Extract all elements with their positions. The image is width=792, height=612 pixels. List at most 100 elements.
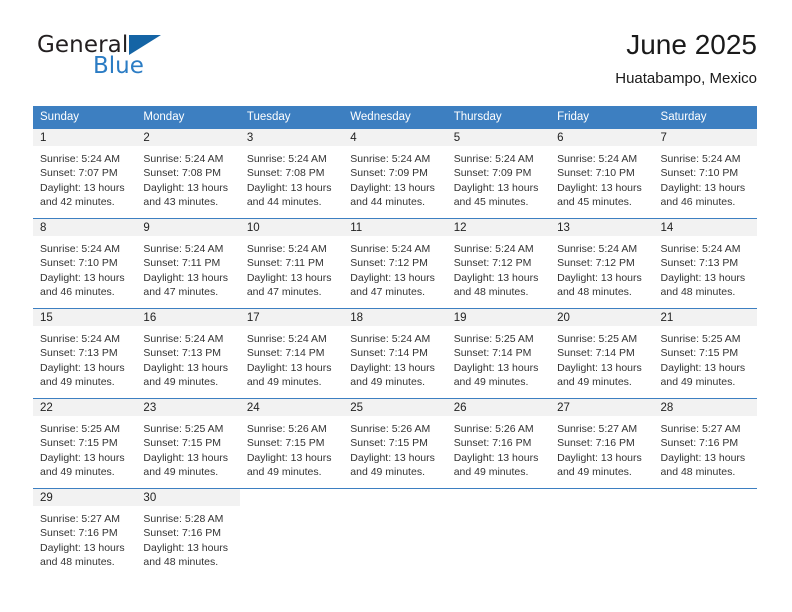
day-number: 25: [343, 398, 447, 416]
day-sunset-text: Sunset: 7:09 PM: [350, 167, 428, 180]
day-daylight-2-text: and 48 minutes.: [660, 466, 736, 479]
day-details: Sunrise: 5:24 AM Sunset: 7:10 PM Daylight:…: [550, 146, 653, 210]
calendar-day-cell[interactable]: 23 Sunrise: 5:25 AM Sunset: 7:15 PM Dayligh…: [136, 398, 240, 488]
day-daylight-2-text: and 48 minutes.: [143, 556, 219, 569]
day-number: 17: [239, 308, 344, 326]
calendar-day-cell[interactable]: 13 Sunrise: 5:24 AM Sunset: 7:12 PM Dayligh…: [550, 218, 654, 308]
day-daylight-2-text: and 44 minutes.: [246, 196, 322, 209]
day-daylight-1-text: Daylight: 13 hours: [453, 271, 539, 284]
day-sunset-text: Sunset: 7:08 PM: [246, 167, 325, 180]
calendar-day-cell[interactable]: 4 Sunrise: 5:24 AM Sunset: 7:09 PM Daylight…: [343, 128, 447, 218]
day-sunset-text: Sunset: 7:14 PM: [246, 347, 325, 360]
calendar-table: Sunday Monday Tuesday Wednesday Thursday…: [33, 106, 757, 578]
day-daylight-1-text: Daylight: 13 hours: [350, 181, 435, 194]
calendar-day-cell[interactable]: 5 Sunrise: 5:24 AM Sunset: 7:09 PM Daylight…: [446, 128, 551, 218]
day-daylight-2-text: and 49 minutes.: [557, 376, 632, 389]
day-sunrise-text: Sunrise: 5:24 AM: [557, 153, 638, 165]
day-number: 16: [136, 308, 240, 326]
calendar-day-cell[interactable]: 14 Sunrise: 5:24 AM Sunset: 7:13 PM Dayligh…: [653, 218, 757, 308]
day-sunrise-text: Sunrise: 5:24 AM: [40, 333, 120, 345]
day-daylight-2-text: and 49 minutes.: [453, 466, 529, 479]
day-sunrise-text: Sunrise: 5:26 AM: [350, 423, 431, 435]
day-sunset-text: Sunset: 7:15 PM: [143, 437, 222, 450]
brand-logo[interactable]: General Blue: [33, 32, 223, 90]
empty-daynum-band: [343, 488, 447, 506]
day-number: 8: [33, 218, 137, 236]
calendar-day-cell[interactable]: 18 Sunrise: 5:24 AM Sunset: 7:14 PM Dayligh…: [343, 308, 447, 398]
day-sunrise-text: Sunrise: 5:27 AM: [660, 423, 741, 435]
day-daylight-2-text: and 43 minutes.: [143, 196, 219, 209]
day-daylight-2-text: and 48 minutes.: [557, 286, 632, 299]
empty-cell-inner: [239, 488, 344, 578]
day-cell-inner: 15 Sunrise: 5:24 AM Sunset: 7:13 PM Dayligh…: [33, 308, 137, 398]
calendar-day-cell[interactable]: 7 Sunrise: 5:24 AM Sunset: 7:10 PM Daylight…: [653, 128, 757, 218]
calendar-day-cell-empty: [343, 488, 447, 578]
day-daylight-2-text: and 49 minutes.: [350, 466, 425, 479]
day-daylight-1-text: Daylight: 13 hours: [40, 181, 125, 194]
day-details: Sunrise: 5:24 AM Sunset: 7:11 PM Daylight:…: [240, 236, 343, 300]
day-daylight-1-text: Daylight: 13 hours: [557, 181, 642, 194]
calendar-day-cell[interactable]: 17 Sunrise: 5:24 AM Sunset: 7:14 PM Dayligh…: [239, 308, 344, 398]
weekday-header-wednesday: Wednesday: [343, 106, 447, 128]
day-sunrise-text: Sunrise: 5:24 AM: [246, 243, 327, 255]
day-daylight-2-text: and 48 minutes.: [40, 556, 115, 569]
day-daylight-2-text: and 47 minutes.: [143, 286, 219, 299]
calendar-day-cell[interactable]: 16 Sunrise: 5:24 AM Sunset: 7:13 PM Dayligh…: [136, 308, 240, 398]
empty-daynum-band: [653, 488, 757, 506]
weekday-header-friday: Friday: [550, 106, 654, 128]
day-details: Sunrise: 5:24 AM Sunset: 7:10 PM Daylight:…: [33, 236, 136, 300]
calendar-day-cell[interactable]: 30 Sunrise: 5:28 AM Sunset: 7:16 PM Dayligh…: [136, 488, 240, 578]
calendar-day-cell[interactable]: 21 Sunrise: 5:25 AM Sunset: 7:15 PM Dayligh…: [653, 308, 757, 398]
calendar-day-cell[interactable]: 6 Sunrise: 5:24 AM Sunset: 7:10 PM Daylight…: [550, 128, 654, 218]
brand-name-blue: Blue: [93, 53, 144, 79]
day-details: Sunrise: 5:24 AM Sunset: 7:13 PM Daylight:…: [33, 326, 136, 390]
day-daylight-2-text: and 44 minutes.: [350, 196, 425, 209]
calendar-day-cell[interactable]: 29 Sunrise: 5:27 AM Sunset: 7:16 PM Dayligh…: [33, 488, 137, 578]
day-cell-inner: 19 Sunrise: 5:25 AM Sunset: 7:14 PM Dayligh…: [446, 308, 551, 398]
calendar-day-cell[interactable]: 20 Sunrise: 5:25 AM Sunset: 7:14 PM Dayligh…: [550, 308, 654, 398]
day-daylight-1-text: Daylight: 13 hours: [660, 361, 746, 374]
day-cell-inner: 29 Sunrise: 5:27 AM Sunset: 7:16 PM Dayligh…: [33, 488, 137, 578]
day-cell-inner: 14 Sunrise: 5:24 AM Sunset: 7:13 PM Dayligh…: [653, 218, 757, 308]
day-details: Sunrise: 5:26 AM Sunset: 7:15 PM Daylight:…: [343, 416, 446, 480]
day-sunrise-text: Sunrise: 5:25 AM: [143, 423, 224, 435]
day-sunset-text: Sunset: 7:11 PM: [246, 257, 324, 270]
calendar-day-cell[interactable]: 15 Sunrise: 5:24 AM Sunset: 7:13 PM Dayligh…: [33, 308, 137, 398]
calendar-day-cell[interactable]: 26 Sunrise: 5:26 AM Sunset: 7:16 PM Dayligh…: [446, 398, 551, 488]
day-daylight-1-text: Daylight: 13 hours: [40, 361, 125, 374]
day-sunset-text: Sunset: 7:14 PM: [350, 347, 428, 360]
day-daylight-1-text: Daylight: 13 hours: [246, 361, 332, 374]
day-daylight-2-text: and 48 minutes.: [660, 286, 736, 299]
calendar-day-cell[interactable]: 8 Sunrise: 5:24 AM Sunset: 7:10 PM Daylight…: [33, 218, 137, 308]
calendar-day-cell[interactable]: 25 Sunrise: 5:26 AM Sunset: 7:15 PM Dayligh…: [343, 398, 447, 488]
calendar-day-cell[interactable]: 10 Sunrise: 5:24 AM Sunset: 7:11 PM Dayligh…: [239, 218, 344, 308]
day-daylight-1-text: Daylight: 13 hours: [453, 361, 539, 374]
calendar-day-cell[interactable]: 1 Sunrise: 5:24 AM Sunset: 7:07 PM Daylight…: [33, 128, 137, 218]
day-sunset-text: Sunset: 7:14 PM: [453, 347, 532, 360]
calendar-day-cell[interactable]: 22 Sunrise: 5:25 AM Sunset: 7:15 PM Dayligh…: [33, 398, 137, 488]
calendar-day-cell[interactable]: 24 Sunrise: 5:26 AM Sunset: 7:15 PM Dayligh…: [239, 398, 344, 488]
calendar-day-cell[interactable]: 28 Sunrise: 5:27 AM Sunset: 7:16 PM Dayligh…: [653, 398, 757, 488]
day-daylight-1-text: Daylight: 13 hours: [660, 271, 746, 284]
day-number: 2: [136, 128, 240, 146]
day-sunrise-text: Sunrise: 5:26 AM: [246, 423, 327, 435]
calendar-day-cell[interactable]: 2 Sunrise: 5:24 AM Sunset: 7:08 PM Daylight…: [136, 128, 240, 218]
day-sunrise-text: Sunrise: 5:24 AM: [350, 243, 431, 255]
day-cell-inner: 7 Sunrise: 5:24 AM Sunset: 7:10 PM Daylight…: [653, 128, 757, 218]
day-daylight-1-text: Daylight: 13 hours: [557, 271, 642, 284]
calendar-day-cell[interactable]: 9 Sunrise: 5:24 AM Sunset: 7:11 PM Daylight…: [136, 218, 240, 308]
calendar-day-cell[interactable]: 12 Sunrise: 5:24 AM Sunset: 7:12 PM Dayligh…: [446, 218, 551, 308]
day-number: 24: [239, 398, 344, 416]
day-details: Sunrise: 5:24 AM Sunset: 7:08 PM Daylight:…: [136, 146, 239, 210]
calendar-day-cell[interactable]: 11 Sunrise: 5:24 AM Sunset: 7:12 PM Dayligh…: [343, 218, 447, 308]
day-cell-inner: 4 Sunrise: 5:24 AM Sunset: 7:09 PM Daylight…: [343, 128, 447, 218]
calendar-day-cell[interactable]: 27 Sunrise: 5:27 AM Sunset: 7:16 PM Dayligh…: [550, 398, 654, 488]
calendar-day-cell[interactable]: 3 Sunrise: 5:24 AM Sunset: 7:08 PM Daylight…: [239, 128, 344, 218]
calendar-day-cell[interactable]: 19 Sunrise: 5:25 AM Sunset: 7:14 PM Dayligh…: [446, 308, 551, 398]
title-block: June 2025 Huatabampo, Mexico: [615, 28, 757, 90]
day-details: Sunrise: 5:25 AM Sunset: 7:15 PM Daylight:…: [654, 326, 757, 390]
calendar-day-cell-empty: [446, 488, 551, 578]
day-daylight-1-text: Daylight: 13 hours: [453, 451, 539, 464]
day-sunset-text: Sunset: 7:12 PM: [557, 257, 635, 270]
day-number: 15: [33, 308, 137, 326]
